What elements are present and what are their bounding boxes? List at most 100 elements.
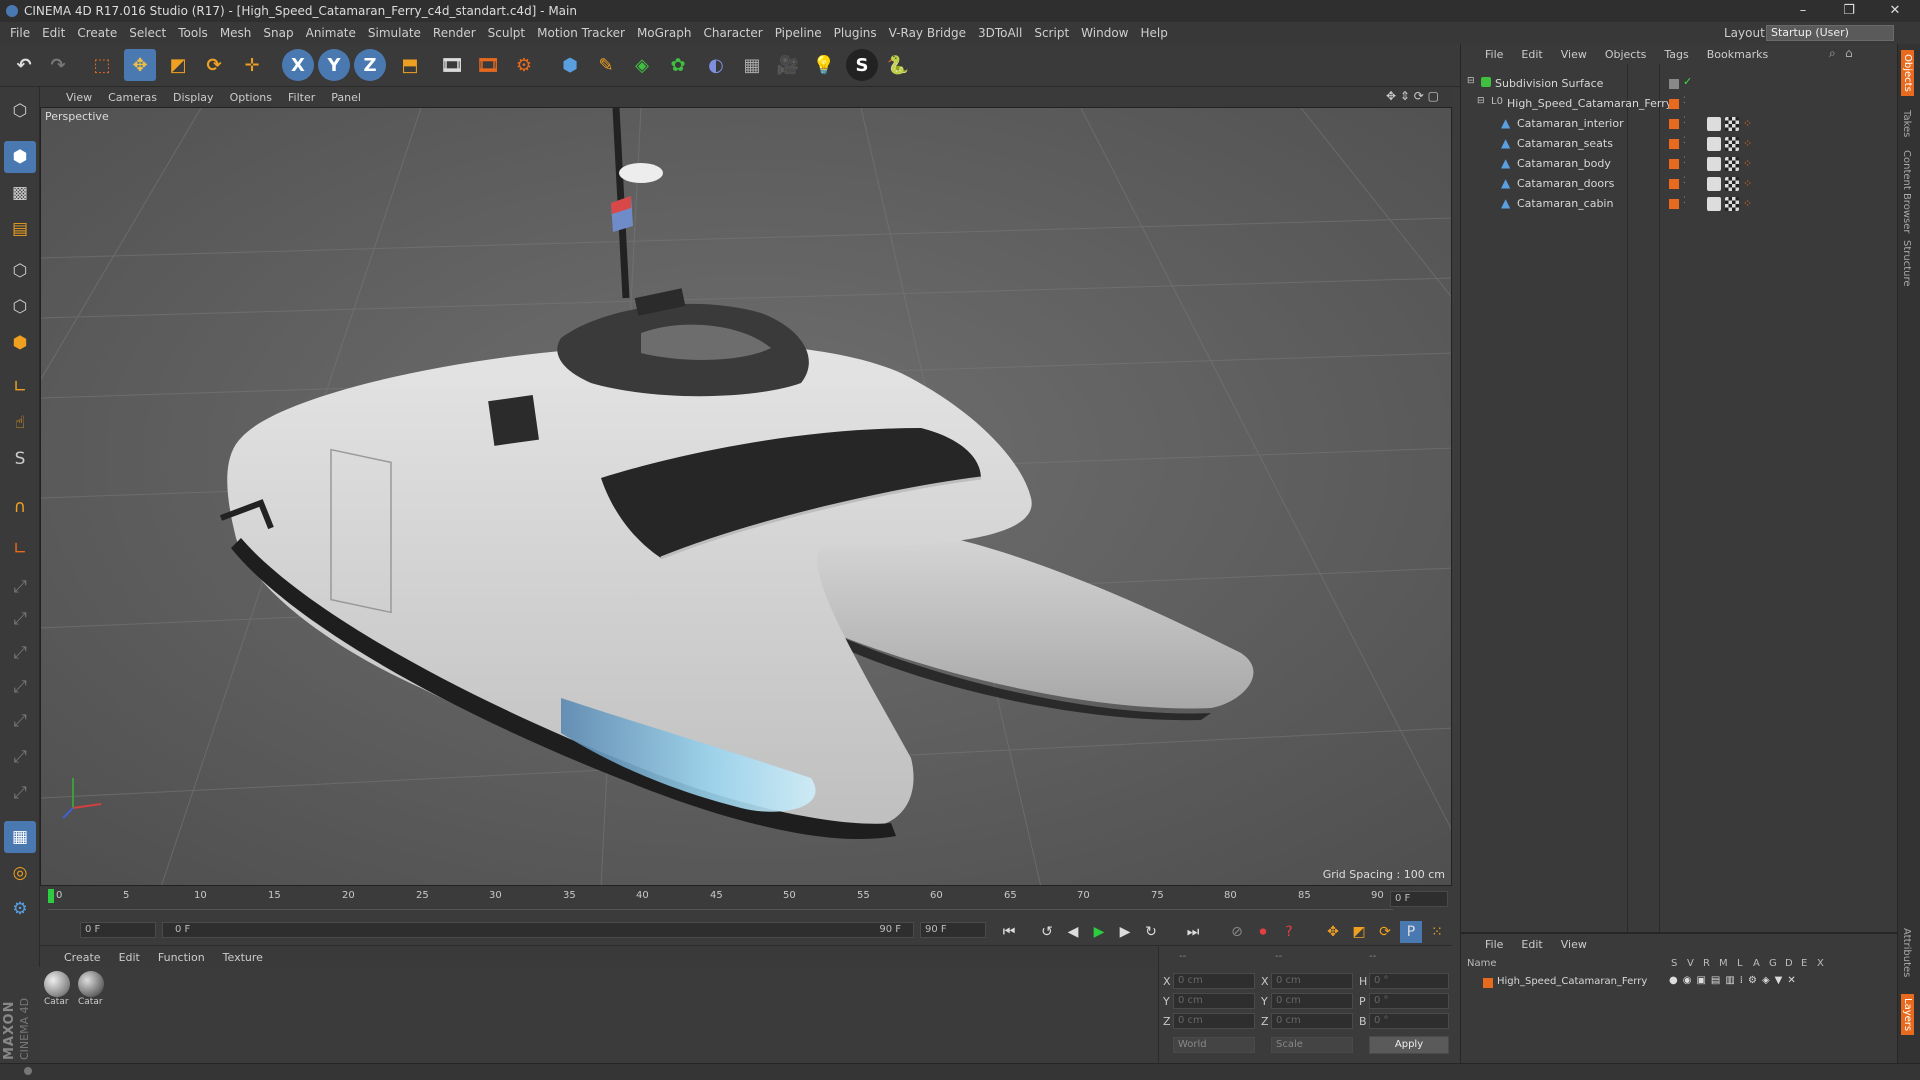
pen-spline-icon[interactable]: ✎: [590, 49, 622, 81]
keyframe-icon[interactable]: ⊘: [1226, 921, 1248, 943]
texture-tag-icon[interactable]: ⁘: [1743, 177, 1757, 191]
scale-icon[interactable]: ◩: [162, 49, 194, 81]
transform-mode-select[interactable]: Scale: [1271, 1037, 1353, 1053]
home-icon[interactable]: ⌂: [1845, 46, 1853, 60]
visibility-dots-icon[interactable]: ⁚: [1683, 176, 1686, 186]
coordinate-mode-select[interactable]: World: [1173, 1037, 1255, 1053]
rot-h-field[interactable]: 0 °: [1369, 973, 1449, 989]
obj-menu-edit[interactable]: Edit: [1521, 48, 1542, 61]
uvw-tag-icon[interactable]: [1725, 117, 1739, 131]
close-button[interactable]: ✕: [1872, 0, 1918, 22]
layer-color-swatch[interactable]: [1669, 79, 1679, 89]
obj-menu-tags[interactable]: Tags: [1664, 48, 1688, 61]
layer-color-swatch[interactable]: [1669, 199, 1679, 209]
vp-menu-cameras[interactable]: Cameras: [108, 91, 157, 104]
menu-vray-bridge[interactable]: V-Ray Bridge: [889, 26, 966, 40]
menu-snap[interactable]: Snap: [263, 26, 293, 40]
menu-create[interactable]: Create: [77, 26, 117, 40]
obj-menu-objects[interactable]: Objects: [1605, 48, 1647, 61]
x-axis-lock[interactable]: X: [282, 49, 314, 81]
move-icon[interactable]: ✥: [124, 49, 156, 81]
tweak-mode-icon[interactable]: ☝: [4, 407, 36, 439]
axis-lock-icon[interactable]: ∟: [4, 533, 36, 565]
uvw-tag-icon[interactable]: [1725, 137, 1739, 151]
layer-color-swatch[interactable]: [1669, 139, 1679, 149]
material-swatch-2[interactable]: Catar: [78, 971, 106, 1013]
rotate-icon[interactable]: ⟳: [198, 49, 230, 81]
layer-row[interactable]: High_Speed_Catamaran_Ferry ●◉▣▤▥⁞⚙◈▼✕: [1461, 974, 1898, 994]
sculpt-brush-icon-6[interactable]: ⤢: [4, 741, 36, 773]
texture-tag-icon[interactable]: ⁘: [1743, 117, 1757, 131]
apply-button[interactable]: Apply: [1369, 1036, 1449, 1054]
layer-flag-icons[interactable]: ●◉▣▤▥⁞⚙◈▼✕: [1669, 975, 1801, 986]
mat-menu-texture[interactable]: Texture: [223, 951, 263, 964]
tab-structure[interactable]: Structure: [1901, 240, 1912, 287]
coordinate-system-icon[interactable]: ⬒: [394, 49, 426, 81]
vp-menu-panel[interactable]: Panel: [331, 91, 361, 104]
tree-item-catamaran-doors[interactable]: ▲ Catamaran_doors ⁚ ⁘: [1461, 174, 1898, 194]
tab-objects[interactable]: Objects: [1901, 50, 1914, 96]
make-editable-icon[interactable]: ⬡: [4, 95, 36, 127]
menu-3dtoall[interactable]: 3DToAll: [978, 26, 1022, 40]
obj-menu-file[interactable]: File: [1485, 48, 1503, 61]
render-view-icon[interactable]: 🎞: [436, 49, 468, 81]
menu-file[interactable]: File: [10, 26, 30, 40]
visibility-dots-icon[interactable]: ⁚: [1683, 196, 1686, 206]
end-frame-field[interactable]: 90 F: [920, 922, 986, 938]
render-picture-viewer-icon[interactable]: 🎞: [472, 49, 504, 81]
menu-motion-tracker[interactable]: Motion Tracker: [537, 26, 625, 40]
play-icon[interactable]: ▶: [1088, 921, 1110, 943]
layer-color-swatch[interactable]: [1669, 119, 1679, 129]
texture-mode-icon[interactable]: ▩: [4, 177, 36, 209]
menu-animate[interactable]: Animate: [306, 26, 356, 40]
smooth-icon[interactable]: ◎: [4, 857, 36, 889]
next-key-icon[interactable]: ↻: [1140, 921, 1162, 943]
vp-menu-filter[interactable]: Filter: [288, 91, 315, 104]
enabled-check-icon[interactable]: ✓: [1683, 75, 1692, 88]
previous-key-icon[interactable]: ↺: [1036, 921, 1058, 943]
workplane-icon[interactable]: ▤: [4, 213, 36, 245]
go-to-end-icon[interactable]: ⏭: [1182, 921, 1204, 943]
tree-item-subdivision-surface[interactable]: ⊟ Subdivision Surface ✓: [1461, 74, 1898, 94]
floor-icon[interactable]: ▦: [736, 49, 768, 81]
minimize-button[interactable]: –: [1780, 0, 1826, 22]
menu-tools[interactable]: Tools: [178, 26, 208, 40]
layer-menu-view[interactable]: View: [1561, 938, 1587, 951]
points-mode-icon[interactable]: ⬡: [4, 255, 36, 287]
z-axis-lock[interactable]: Z: [354, 49, 386, 81]
go-to-start-icon[interactable]: ⏮: [998, 921, 1020, 943]
layer-color-swatch[interactable]: [1669, 179, 1679, 189]
visibility-dots-icon[interactable]: ⁚: [1683, 136, 1686, 146]
menu-character[interactable]: Character: [703, 26, 762, 40]
collapse-toggle-icon[interactable]: ⊟: [1467, 76, 1475, 86]
python-icon[interactable]: 🐍: [882, 49, 914, 81]
layer-color-swatch[interactable]: [1669, 99, 1679, 109]
edges-mode-icon[interactable]: ⬡: [4, 291, 36, 323]
light-icon[interactable]: 💡: [808, 49, 840, 81]
vray-icon[interactable]: S: [846, 49, 878, 81]
menu-simulate[interactable]: Simulate: [368, 26, 421, 40]
rot-b-field[interactable]: 0 °: [1369, 1013, 1449, 1029]
checker-grid-icon[interactable]: ▦: [4, 821, 36, 853]
menu-script[interactable]: Script: [1034, 26, 1069, 40]
sculpt-brush-icon-2[interactable]: ⤢: [4, 603, 36, 635]
material-swatch-1[interactable]: Catar: [44, 971, 72, 1013]
layer-menu-file[interactable]: File: [1485, 938, 1503, 951]
start-frame-field[interactable]: 0 F: [80, 922, 156, 938]
rot-p-field[interactable]: 0 °: [1369, 993, 1449, 1009]
texture-tag-icon[interactable]: ⁘: [1743, 157, 1757, 171]
axis-mode-icon[interactable]: ∟: [4, 371, 36, 403]
cube-primitive-icon[interactable]: ⬢: [554, 49, 586, 81]
size-y-field[interactable]: 0 cm: [1271, 993, 1353, 1009]
vp-menu-display[interactable]: Display: [173, 91, 214, 104]
visibility-dots-icon[interactable]: ⁚: [1683, 156, 1686, 166]
camera-icon[interactable]: 🎥: [772, 49, 804, 81]
mat-menu-function[interactable]: Function: [158, 951, 205, 964]
cloner-icon[interactable]: ✿: [662, 49, 694, 81]
move-key-icon[interactable]: ✥: [1322, 921, 1344, 943]
visibility-dots-icon[interactable]: ⁚: [1683, 96, 1686, 106]
last-tool-icon[interactable]: ✛: [236, 49, 268, 81]
current-frame-field[interactable]: 0 F: [1390, 891, 1448, 907]
tree-item-catamaran-cabin[interactable]: ▲ Catamaran_cabin ⁚ ⁘: [1461, 194, 1898, 214]
mat-menu-create[interactable]: Create: [64, 951, 101, 964]
